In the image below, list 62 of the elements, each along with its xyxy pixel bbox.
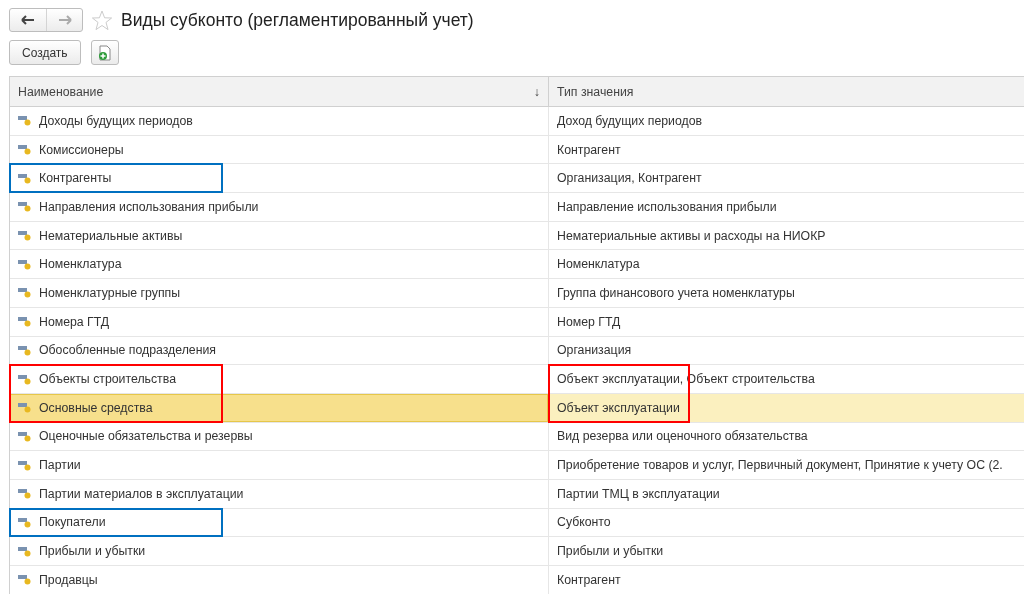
attribute-icon — [18, 344, 31, 356]
attribute-icon — [18, 287, 31, 299]
table-cell: Контрагент — [548, 566, 1024, 594]
attribute-icon — [18, 316, 31, 328]
attribute-icon — [18, 574, 31, 586]
table-cell[interactable]: Доходы будущих периодов — [10, 107, 548, 136]
attribute-icon — [18, 373, 31, 385]
create-button[interactable]: Создать — [9, 40, 81, 65]
window-title: Виды субконто (регламентированный учет) — [121, 9, 474, 31]
table-cell[interactable]: Основные средства — [10, 393, 548, 423]
table-cell: Приобретение товаров и услуг, Первичный документ, Принятие к учету ОС (2. — [548, 451, 1024, 480]
table-cell: Номер ГТД — [548, 307, 1024, 337]
document-plus-icon — [97, 44, 112, 61]
column-header[interactable]: Наименование ↓ — [10, 77, 548, 107]
table-cell: Контрагент — [548, 135, 1024, 165]
table-cell: Доход будущих периодов — [548, 107, 1024, 136]
table-cell: Организация — [548, 336, 1024, 366]
table-cell[interactable]: Оценочные обязательства и резервы — [10, 422, 548, 452]
table-cell[interactable]: Прибыли и убытки — [10, 537, 548, 566]
attribute-icon — [18, 402, 31, 414]
attribute-icon — [18, 545, 31, 557]
forward-arrow-icon — [57, 15, 72, 25]
add-document-button[interactable] — [90, 40, 119, 65]
table-cell[interactable]: Продавцы — [10, 566, 548, 594]
table-cell[interactable]: Номера ГТД — [10, 307, 548, 337]
attribute-icon — [18, 459, 31, 471]
table-cell: Субконто — [548, 508, 1024, 538]
table-cell: Партии ТМЦ в эксплуатации — [548, 479, 1024, 509]
table-cell: Направление использования прибыли — [548, 193, 1024, 222]
table-cell: Группа финансового учета номенклатуры — [548, 279, 1024, 308]
table-cell[interactable]: Номенклатурные группы — [10, 279, 548, 308]
table-cell[interactable]: Партии — [10, 451, 548, 480]
table-cell[interactable]: Покупатели — [10, 508, 548, 538]
attribute-icon — [18, 516, 31, 528]
attribute-icon — [18, 488, 31, 500]
attribute-icon — [18, 144, 31, 156]
attribute-icon — [18, 258, 31, 270]
table-cell: Нематериальные активы и расходы на НИОКР — [548, 221, 1024, 251]
table-cell: Объект эксплуатации — [548, 393, 1024, 423]
table-cell[interactable]: Объекты строительства — [10, 365, 548, 394]
table-cell[interactable]: Направления использования прибыли — [10, 193, 548, 222]
table-cell[interactable]: Номенклатура — [10, 250, 548, 280]
sort-arrow[interactable]: ↓ — [533, 84, 540, 99]
attribute-icon — [18, 172, 31, 184]
table-cell[interactable]: Контрагенты — [10, 164, 548, 194]
star-icon[interactable] — [91, 9, 113, 31]
attribute-icon — [18, 115, 31, 127]
attribute-icon — [18, 230, 31, 242]
back-arrow-icon — [21, 15, 35, 25]
table-cell: Прибыли и убытки — [548, 537, 1024, 566]
table-cell[interactable]: Нематериальные активы — [10, 221, 548, 251]
attribute-icon — [18, 430, 31, 442]
table-cell: Вид резерва или оценочного обязательства — [548, 422, 1024, 452]
attribute-icon — [18, 201, 31, 213]
table-cell[interactable]: Партии материалов в эксплуатации — [10, 479, 548, 509]
table-cell: Организация, Контрагент — [548, 164, 1024, 194]
column-label: Тип значения — [557, 84, 634, 99]
column-label: Наименование — [18, 84, 104, 99]
table-cell: Номенклатура — [548, 250, 1024, 280]
table-cell[interactable]: Комиссионеры — [10, 135, 548, 165]
table-cell[interactable]: Обособленные подразделения — [10, 336, 548, 366]
column-header[interactable]: Тип значения — [548, 77, 1024, 107]
